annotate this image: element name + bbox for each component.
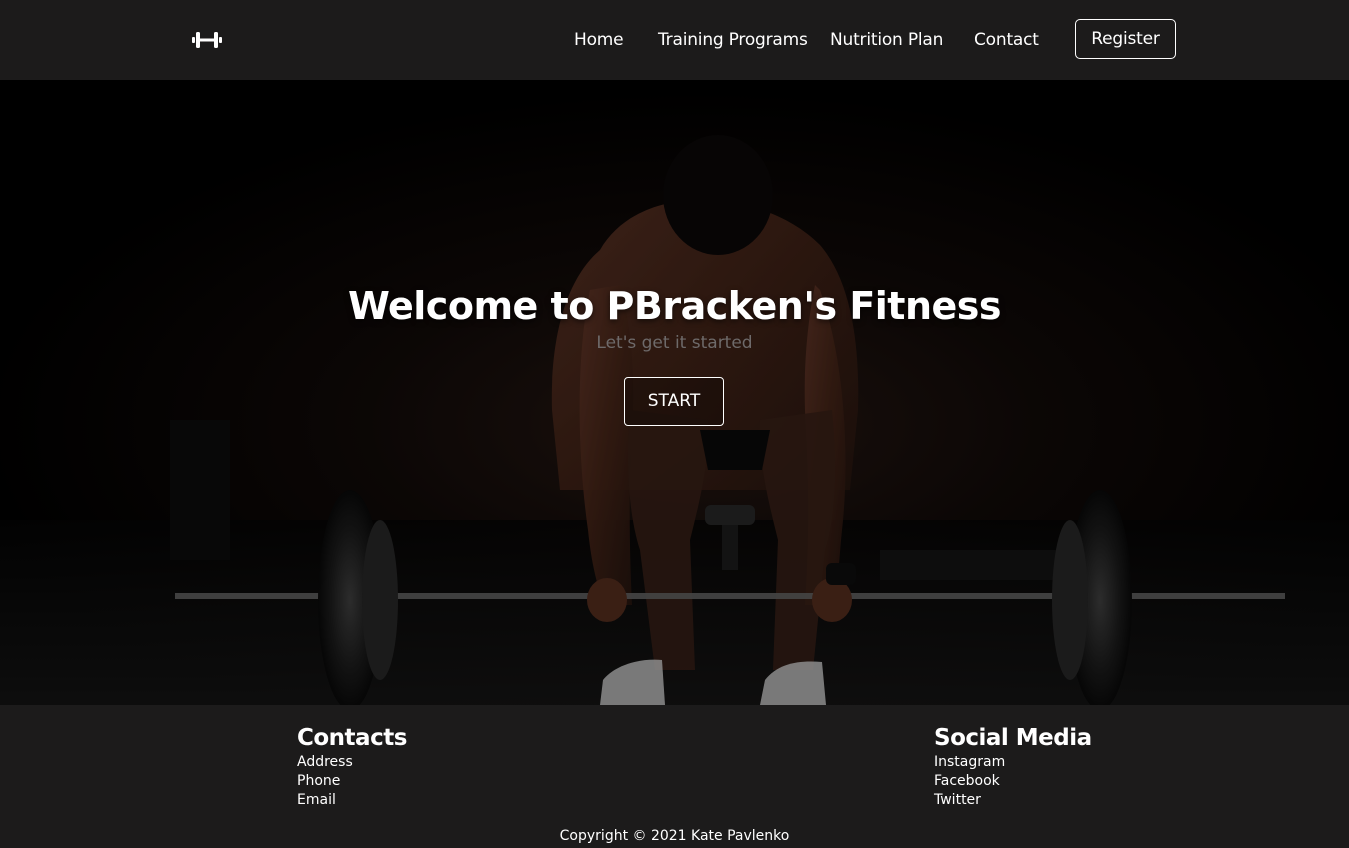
social-link-twitter[interactable]: Twitter xyxy=(934,791,1092,810)
nav-link-training-programs[interactable]: Training Programs xyxy=(658,29,808,51)
hero-section: Welcome to PBracken's Fitness Let's get … xyxy=(0,80,1349,705)
social-media-heading: Social Media xyxy=(934,725,1092,751)
contact-link-email[interactable]: Email xyxy=(297,791,407,810)
navbar: Home Training Programs Nutrition Plan Co… xyxy=(0,0,1349,80)
start-button[interactable]: START xyxy=(624,377,724,426)
copyright-text: Copyright © 2021 Kate Pavlenko xyxy=(559,828,790,844)
page: Home Training Programs Nutrition Plan Co… xyxy=(0,0,1349,848)
contacts-heading: Contacts xyxy=(297,725,407,751)
footer-social-column: Social Media Instagram Facebook Twitter xyxy=(934,723,1092,810)
hero-title: Welcome to PBracken's Fitness xyxy=(347,284,1002,329)
nav-link-contact[interactable]: Contact xyxy=(974,29,1039,51)
nav-link-home[interactable]: Home xyxy=(574,29,624,51)
contact-link-address[interactable]: Address xyxy=(297,753,407,772)
footer-contacts-column: Contacts Address Phone Email xyxy=(297,723,407,810)
footer: Contacts Address Phone Email Social Medi… xyxy=(0,705,1349,848)
social-link-facebook[interactable]: Facebook xyxy=(934,772,1092,791)
hero-subtitle: Let's get it started xyxy=(596,333,753,353)
register-button[interactable]: Register xyxy=(1075,19,1176,59)
contact-link-phone[interactable]: Phone xyxy=(297,772,407,791)
social-link-instagram[interactable]: Instagram xyxy=(934,753,1092,772)
nav-link-nutrition-plan[interactable]: Nutrition Plan xyxy=(830,29,943,51)
